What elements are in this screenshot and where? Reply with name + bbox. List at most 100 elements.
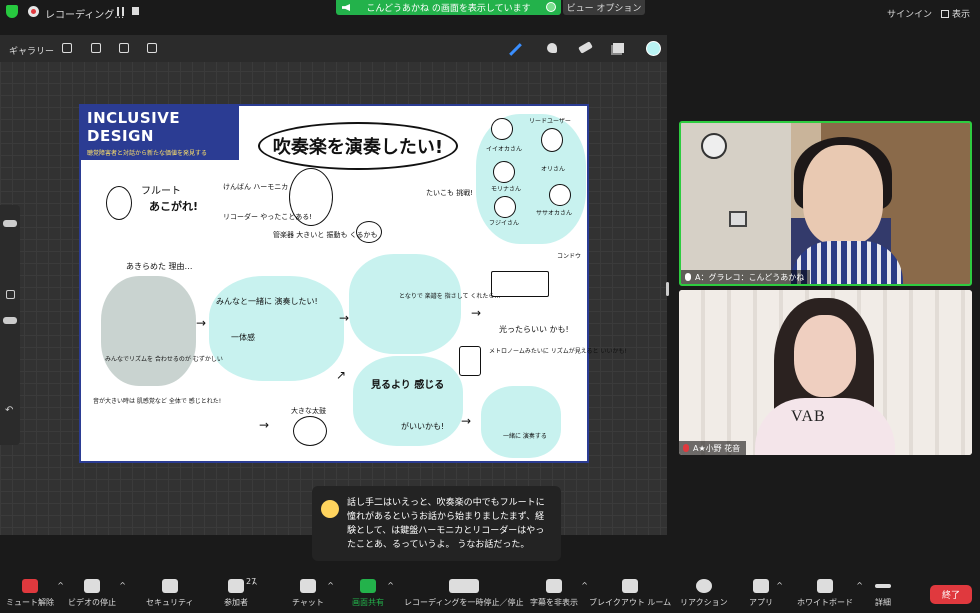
participants-label: 参加者: [224, 598, 248, 607]
canvas-subtitle: 聴覚障害者と対話から新たな価値を発見する: [87, 150, 208, 157]
note-16: がいいかも!: [401, 422, 445, 431]
chat-button[interactable]: チャット ^: [292, 579, 334, 608]
reactions-label: リアクション: [680, 598, 728, 607]
muted-mic-icon: [22, 579, 38, 593]
note-22: フジイさん: [489, 220, 520, 227]
apps-icon: [753, 579, 769, 593]
smiley-icon: [695, 579, 712, 593]
arrow-2: →: [339, 311, 350, 325]
note-23: ササオカさん: [536, 210, 573, 217]
chevron-up-icon[interactable]: ^: [57, 581, 64, 590]
more-dots-icon: [875, 584, 891, 588]
note-7: みんなでリズムを 合わせるのが むずかしい: [105, 356, 223, 363]
pause-stop-recording-button[interactable]: レコーディングを一時停止／停止: [404, 579, 523, 608]
stop-recording-icon[interactable]: [132, 7, 139, 15]
shelf-box: [729, 211, 747, 227]
graphic-recording-canvas: INCLUSIVE DESIGN 聴覚障害者と対話から新たな価値を発見する 20…: [79, 104, 627, 463]
stop-video-button[interactable]: ビデオの停止 ^: [68, 579, 126, 608]
participant-face: [803, 145, 883, 245]
shared-screen: ギャラリー ↶ INCLUSIVE DESIGN 聴覚障害者と対話から新たな価値…: [0, 35, 667, 561]
transform-icon[interactable]: [147, 43, 157, 53]
note-5: たいこも 挑戦!: [426, 189, 474, 197]
smudge-icon[interactable]: [547, 43, 557, 53]
room-wall: [681, 123, 791, 284]
metronome-icon: [459, 346, 481, 376]
apps-label: アプリ: [749, 598, 773, 607]
note-19: リードユーザー: [529, 118, 571, 125]
canvas-title: INCLUSIVE DESIGN: [87, 109, 181, 145]
note-17: 一緒に 演奏する: [503, 433, 547, 440]
chevron-up-icon[interactable]: ^: [581, 581, 588, 590]
brush-size-slider[interactable]: [3, 220, 17, 227]
pause-recording-icon[interactable]: [117, 7, 124, 16]
arrow-5: ↗: [336, 368, 347, 382]
share-screen-label: 画面共有: [352, 598, 384, 607]
share-screen-button[interactable]: 画面共有 ^: [352, 579, 394, 608]
signin-link[interactable]: サインイン: [887, 7, 932, 20]
security-shield-icon[interactable]: [6, 5, 18, 18]
reactions-button[interactable]: リアクション: [680, 579, 728, 608]
crowd-bubble: [101, 276, 196, 386]
big-drum-icon: [293, 416, 327, 446]
gallery-button[interactable]: ギャラリー: [9, 44, 54, 57]
participants-button[interactable]: 27 参加者 ^: [224, 577, 258, 608]
end-meeting-button[interactable]: 終了: [930, 585, 972, 604]
whiteboard-label: ホワイトボード: [797, 598, 853, 607]
note-3: リコーダー やったことある!: [223, 213, 313, 221]
title-box: INCLUSIVE DESIGN 聴覚障害者と対話から新たな価値を発見する 20…: [81, 106, 239, 167]
modify-icon[interactable]: [6, 290, 15, 299]
chevron-up-icon[interactable]: ^: [251, 581, 258, 590]
hide-captions-button[interactable]: 字幕を非表示 ^: [530, 579, 588, 608]
note-14: 大きな太鼓: [291, 407, 326, 415]
view-button[interactable]: 表示: [941, 7, 970, 20]
play-together-bubble: [481, 386, 561, 458]
together-bubble: [209, 276, 344, 381]
participant-nameplate: A★小野 花音: [679, 441, 747, 455]
recording-label: レコーディング…: [45, 10, 125, 21]
participant-face: [794, 315, 856, 397]
video-camera-icon: [84, 579, 100, 593]
selection-icon[interactable]: [119, 43, 129, 53]
mic-icon: [685, 273, 691, 281]
apps-button[interactable]: アプリ ^: [749, 579, 783, 608]
brush-icon[interactable]: [509, 43, 522, 56]
layers-icon[interactable]: [613, 43, 624, 53]
user-face-4: [494, 196, 516, 218]
live-caption: 話し手二はいえっと、吹奏楽の中でもフルートに憧れがあるというお話から始まりました…: [312, 486, 561, 561]
participant-tile-1[interactable]: A：グラレコ：こんどうあかね: [679, 121, 972, 286]
breakout-rooms-button[interactable]: ブレイクアウト ルーム: [589, 579, 671, 608]
adjust-icon[interactable]: [91, 43, 101, 53]
opacity-slider[interactable]: [3, 317, 17, 324]
wrench-icon[interactable]: [62, 43, 72, 53]
user-face-1: [491, 118, 513, 140]
panel-resize-handle[interactable]: [666, 282, 669, 296]
grid-icon: [941, 10, 949, 18]
speaker-icon: [342, 4, 350, 11]
participant-tile-2[interactable]: VAB A★小野 花音: [679, 290, 972, 455]
undo-icon[interactable]: ↶: [5, 405, 13, 416]
chevron-up-icon[interactable]: ^: [387, 581, 394, 590]
drawing-toolbar: ギャラリー: [0, 35, 667, 62]
chat-bubble-icon: [299, 579, 316, 593]
chevron-up-icon[interactable]: ^: [776, 581, 783, 590]
note-15: 見るより 感じる: [371, 380, 445, 391]
eraser-icon[interactable]: [578, 41, 593, 54]
note-6: あきらめた 理由…: [126, 262, 193, 271]
arrow-6: →: [461, 414, 472, 428]
chevron-up-icon[interactable]: ^: [119, 581, 126, 590]
shirt-print: VAB: [791, 408, 826, 425]
stop-share-icon[interactable]: [546, 2, 556, 12]
note-1: あこがれ!: [149, 200, 199, 213]
security-button[interactable]: セキュリティ: [146, 579, 194, 608]
chevron-up-icon[interactable]: ^: [856, 581, 863, 590]
pause-stop-icon: [448, 579, 479, 593]
more-button[interactable]: 詳細: [875, 579, 891, 608]
participant-body: [755, 398, 895, 455]
wall-clock: [701, 133, 727, 159]
chevron-up-icon[interactable]: ^: [327, 581, 334, 590]
recording-control-label: レコーディングを一時停止／停止: [404, 598, 524, 607]
color-swatch[interactable]: [646, 41, 661, 56]
unmute-button[interactable]: ミュート解除 ^: [6, 579, 64, 608]
view-options-button[interactable]: ビュー オプション: [563, 0, 645, 15]
whiteboard-button[interactable]: ホワイトボード ^: [797, 579, 863, 608]
